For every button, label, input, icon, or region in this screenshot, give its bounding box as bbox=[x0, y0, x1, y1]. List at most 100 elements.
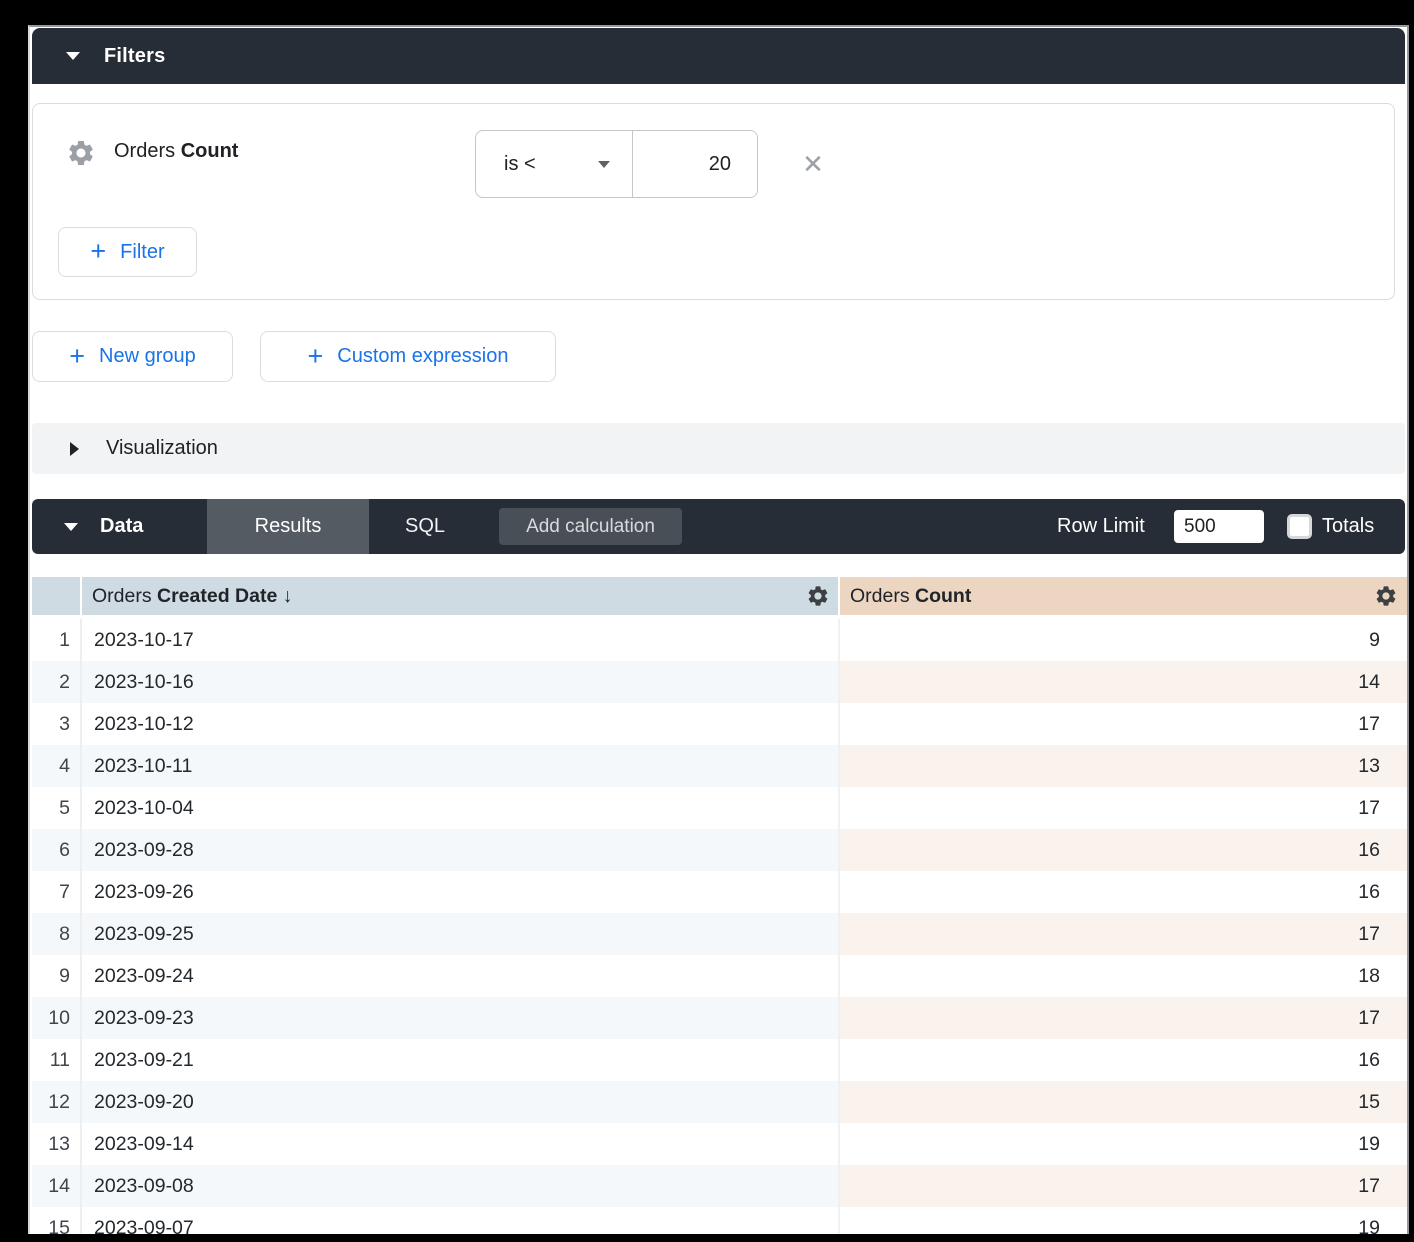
custom-expression-button[interactable]: + Custom expression bbox=[260, 331, 556, 382]
visualization-section-title: Visualization bbox=[106, 437, 218, 460]
add-calculation-button[interactable]: Add calculation bbox=[499, 508, 682, 545]
orders-count-gear-icon[interactable] bbox=[1374, 584, 1398, 608]
row-number-cell: 12 bbox=[32, 1081, 80, 1123]
filter-field-label: Orders Count bbox=[114, 140, 238, 163]
row-number-cell: 2 bbox=[32, 661, 80, 703]
filter-value-input[interactable] bbox=[633, 131, 757, 197]
row-number-cell: 5 bbox=[32, 787, 80, 829]
column-header-orders-count[interactable]: Orders Count bbox=[840, 577, 1407, 615]
orders-count-cell[interactable]: 17 bbox=[838, 997, 1407, 1039]
orders-count-cell[interactable]: 14 bbox=[838, 661, 1407, 703]
table-row: 52023-10-0417 bbox=[30, 787, 1407, 829]
orders-count-cell[interactable]: 17 bbox=[838, 1165, 1407, 1207]
table-row: 142023-09-0817 bbox=[30, 1165, 1407, 1207]
created-date-cell[interactable]: 2023-10-04 bbox=[80, 787, 838, 829]
column-header-created-date[interactable]: Orders Created Date ↓ bbox=[82, 577, 838, 615]
created-date-header-label: Orders Created Date ↓ bbox=[92, 585, 292, 608]
filter-operator-dropdown[interactable]: is < bbox=[476, 131, 633, 197]
orders-count-cell[interactable]: 17 bbox=[838, 913, 1407, 955]
orders-count-cell[interactable]: 16 bbox=[838, 829, 1407, 871]
orders-count-cell[interactable]: 18 bbox=[838, 955, 1407, 997]
plus-icon: + bbox=[308, 346, 324, 366]
plus-icon: + bbox=[90, 241, 106, 261]
orders-count-cell[interactable]: 15 bbox=[838, 1081, 1407, 1123]
expand-visualization-icon[interactable] bbox=[70, 442, 79, 456]
add-filter-button[interactable]: + Filter bbox=[58, 227, 197, 277]
filter-card: Orders Count is < ✕ + Filter bbox=[32, 103, 1395, 300]
table-row: 92023-09-2418 bbox=[30, 955, 1407, 997]
created-date-cell[interactable]: 2023-10-17 bbox=[80, 619, 838, 661]
row-number-cell: 11 bbox=[32, 1039, 80, 1081]
row-limit-label: Row Limit bbox=[1057, 499, 1145, 554]
orders-count-cell[interactable]: 16 bbox=[838, 1039, 1407, 1081]
table-row: 132023-09-1419 bbox=[30, 1123, 1407, 1165]
created-date-cell[interactable]: 2023-09-24 bbox=[80, 955, 838, 997]
filters-section-header[interactable]: Filters bbox=[32, 28, 1405, 84]
filter-gear-icon[interactable] bbox=[66, 138, 96, 168]
data-section-toggle[interactable]: Data bbox=[64, 499, 143, 554]
created-date-gear-icon[interactable] bbox=[806, 584, 830, 608]
row-number-cell: 4 bbox=[32, 745, 80, 787]
data-section-header: Data Results SQL Add calculation Row Lim… bbox=[32, 499, 1405, 554]
row-number-cell: 6 bbox=[32, 829, 80, 871]
orders-count-cell[interactable]: 17 bbox=[838, 787, 1407, 829]
visualization-section-header[interactable]: Visualization bbox=[32, 423, 1405, 474]
table-row: 152023-09-0719 bbox=[30, 1207, 1407, 1234]
orders-count-cell[interactable]: 13 bbox=[838, 745, 1407, 787]
row-number-cell: 9 bbox=[32, 955, 80, 997]
orders-count-cell[interactable]: 19 bbox=[838, 1123, 1407, 1165]
add-filter-label: Filter bbox=[120, 241, 164, 264]
created-date-cell[interactable]: 2023-09-21 bbox=[80, 1039, 838, 1081]
plus-icon: + bbox=[69, 346, 85, 366]
tab-results[interactable]: Results bbox=[207, 499, 369, 554]
remove-filter-button[interactable]: ✕ bbox=[797, 148, 829, 180]
results-table-body: 12023-10-17922023-10-161432023-10-121742… bbox=[30, 619, 1407, 1234]
data-section-title: Data bbox=[100, 515, 143, 538]
orders-count-cell[interactable]: 9 bbox=[838, 619, 1407, 661]
new-group-label: New group bbox=[99, 345, 196, 368]
collapse-filters-icon[interactable] bbox=[66, 52, 80, 60]
collapse-data-icon[interactable] bbox=[64, 523, 78, 531]
row-number-cell: 15 bbox=[32, 1207, 80, 1234]
created-date-cell[interactable]: 2023-10-11 bbox=[80, 745, 838, 787]
filter-condition-group: is < bbox=[475, 130, 758, 198]
table-row: 112023-09-2116 bbox=[30, 1039, 1407, 1081]
row-number-cell: 13 bbox=[32, 1123, 80, 1165]
created-date-cell[interactable]: 2023-09-08 bbox=[80, 1165, 838, 1207]
table-row: 72023-09-2616 bbox=[30, 871, 1407, 913]
orders-count-cell[interactable]: 19 bbox=[838, 1207, 1407, 1234]
new-group-button[interactable]: + New group bbox=[32, 331, 233, 382]
results-table-header: Orders Created Date ↓ Orders Count bbox=[30, 577, 1407, 615]
orders-count-cell[interactable]: 17 bbox=[838, 703, 1407, 745]
row-number-cell: 10 bbox=[32, 997, 80, 1039]
created-date-cell[interactable]: 2023-09-23 bbox=[80, 997, 838, 1039]
created-date-cell[interactable]: 2023-09-14 bbox=[80, 1123, 838, 1165]
orders-count-cell[interactable]: 16 bbox=[838, 871, 1407, 913]
row-number-cell: 8 bbox=[32, 913, 80, 955]
table-row: 62023-09-2816 bbox=[30, 829, 1407, 871]
created-date-cell[interactable]: 2023-09-26 bbox=[80, 871, 838, 913]
created-date-cell[interactable]: 2023-09-25 bbox=[80, 913, 838, 955]
tab-sql[interactable]: SQL bbox=[369, 499, 481, 554]
row-number-cell: 3 bbox=[32, 703, 80, 745]
created-date-cell[interactable]: 2023-09-07 bbox=[80, 1207, 838, 1234]
created-date-cell[interactable]: 2023-09-20 bbox=[80, 1081, 838, 1123]
totals-label: Totals bbox=[1322, 499, 1374, 554]
dropdown-caret-icon bbox=[598, 161, 610, 168]
created-date-cell[interactable]: 2023-10-16 bbox=[80, 661, 838, 703]
table-row: 82023-09-2517 bbox=[30, 913, 1407, 955]
table-row: 102023-09-2317 bbox=[30, 997, 1407, 1039]
table-row: 42023-10-1113 bbox=[30, 745, 1407, 787]
explore-panel: Filters Orders Count is < ✕ + Filter + N… bbox=[28, 25, 1409, 1234]
table-row: 122023-09-2015 bbox=[30, 1081, 1407, 1123]
row-number-cell: 14 bbox=[32, 1165, 80, 1207]
filters-section-title: Filters bbox=[104, 45, 165, 68]
created-date-cell[interactable]: 2023-10-12 bbox=[80, 703, 838, 745]
row-number-cell: 1 bbox=[32, 619, 80, 661]
row-number-cell: 7 bbox=[32, 871, 80, 913]
filter-operator-value: is < bbox=[504, 153, 536, 176]
created-date-cell[interactable]: 2023-09-28 bbox=[80, 829, 838, 871]
custom-expression-label: Custom expression bbox=[337, 345, 508, 368]
row-limit-input[interactable] bbox=[1174, 510, 1264, 543]
totals-checkbox[interactable] bbox=[1287, 514, 1312, 539]
